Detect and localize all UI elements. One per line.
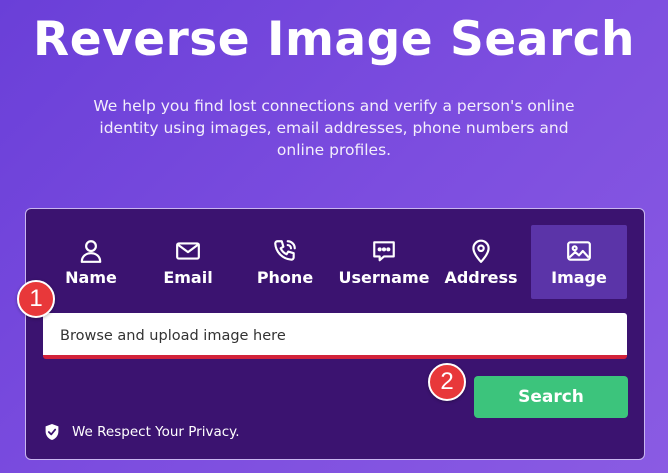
- tab-address[interactable]: Address: [435, 225, 527, 299]
- page-title: Reverse Image Search: [33, 12, 635, 67]
- envelope-icon: [176, 242, 200, 260]
- callout-badge-2: 2: [428, 363, 466, 401]
- page-subtitle: We help you find lost connections and ve…: [93, 97, 575, 159]
- search-button[interactable]: Search: [474, 376, 628, 418]
- tab-address-label: Address: [444, 268, 518, 287]
- tab-phone-label: Phone: [256, 268, 314, 287]
- tab-username[interactable]: Username: [336, 225, 432, 299]
- tab-name[interactable]: Name: [45, 225, 137, 299]
- chat-icon: [373, 241, 395, 262]
- tab-image[interactable]: Image: [531, 225, 627, 299]
- privacy-text: We Respect Your Privacy.: [72, 424, 240, 440]
- upload-placeholder: Browse and upload image here: [60, 328, 286, 344]
- callout-badge-1: 1: [17, 280, 55, 318]
- tab-username-label: Username: [338, 268, 430, 287]
- phone-icon: [274, 240, 296, 261]
- image-upload-field[interactable]: Browse and upload image here: [43, 313, 627, 359]
- map-pin-icon: [472, 239, 490, 263]
- image-icon: [567, 241, 591, 261]
- person-icon: [80, 240, 102, 263]
- tab-name-label: Name: [65, 268, 117, 287]
- search-card: Name Email Phone Username Address Image …: [25, 208, 645, 460]
- tab-phone[interactable]: Phone: [239, 225, 331, 299]
- shield-check-icon: [45, 424, 59, 440]
- tab-image-label: Image: [551, 268, 607, 287]
- tab-email[interactable]: Email: [142, 225, 234, 299]
- tab-email-label: Email: [163, 268, 213, 287]
- privacy-note: We Respect Your Privacy.: [44, 423, 240, 441]
